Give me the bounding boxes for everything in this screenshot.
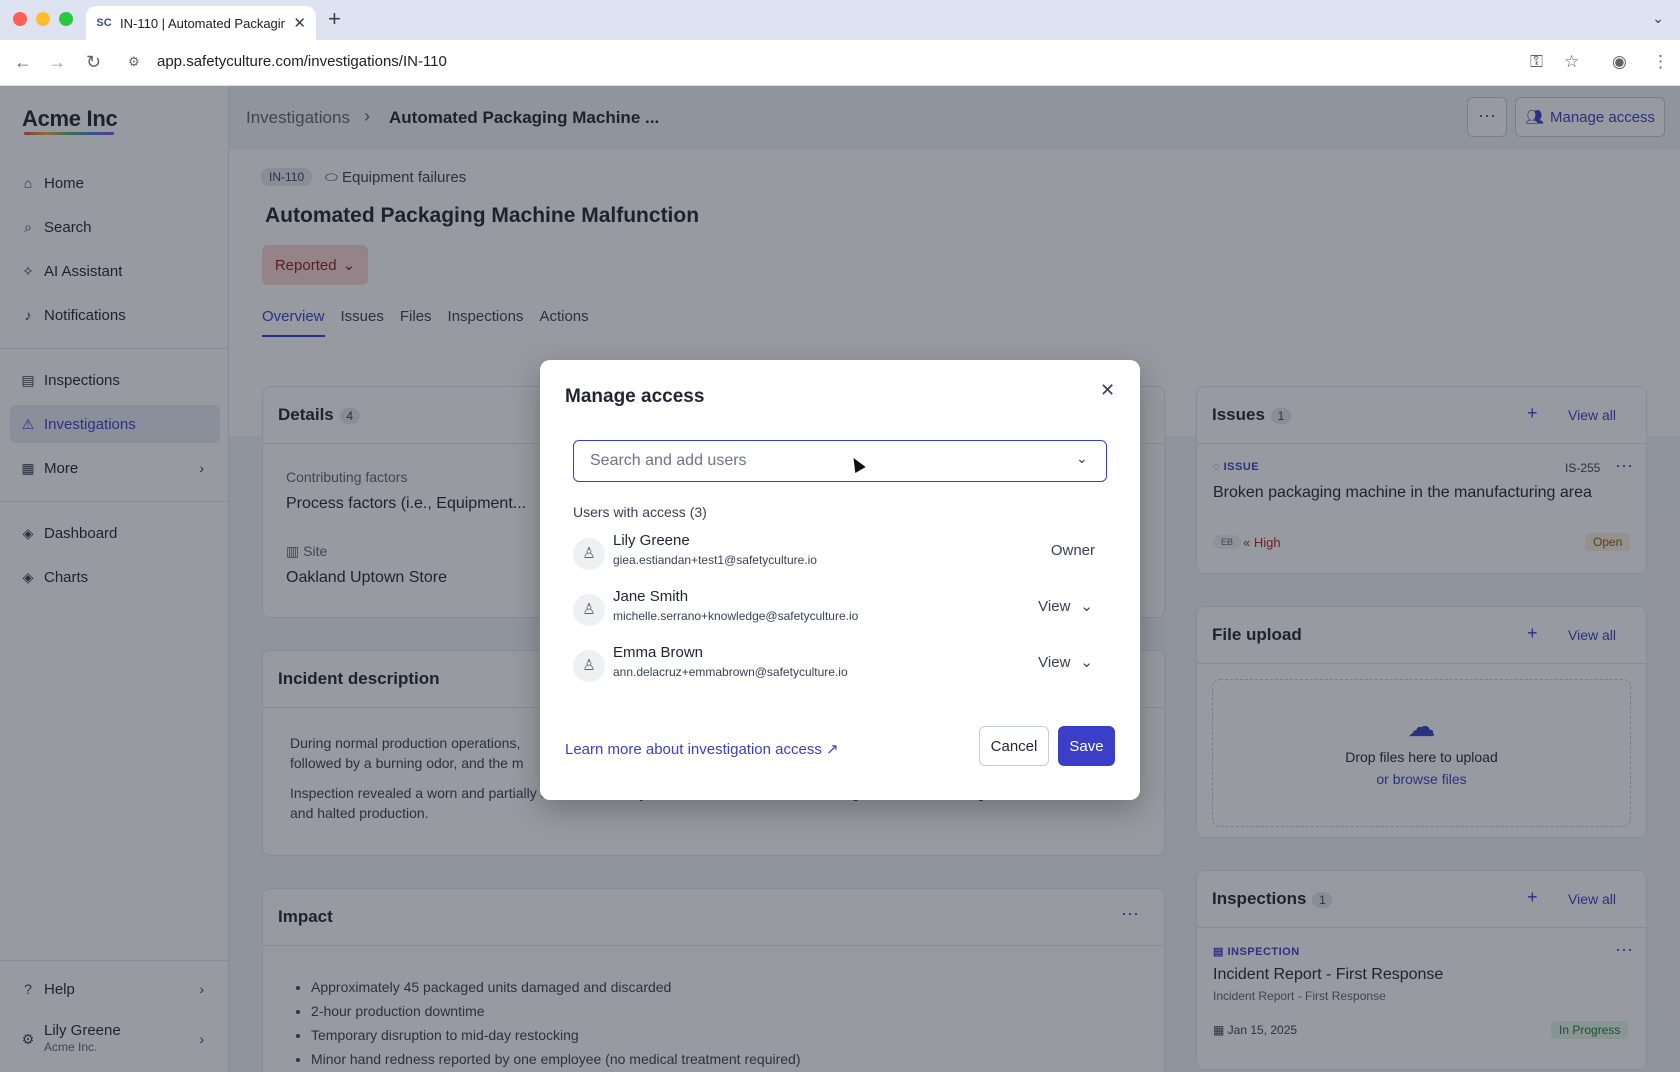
user-row-name: Lily Greene xyxy=(613,532,690,549)
user-row-name: Emma Brown xyxy=(613,644,704,661)
user-row-name: Jane Smith xyxy=(613,588,689,605)
chevron-down-icon: ⌄ xyxy=(1080,654,1093,671)
role-dropdown[interactable]: View ⌄ xyxy=(1038,653,1093,672)
chevron-down-icon[interactable]: ⌄ xyxy=(1076,450,1088,467)
browser-menu-icon[interactable]: ⋮ xyxy=(1652,52,1669,72)
address-bar: ← → ↻ ⚙ app.safetyculture.com/investigat… xyxy=(0,40,1680,86)
password-key-icon[interactable]: ⚿ xyxy=(1530,52,1543,72)
close-icon[interactable]: ✕ xyxy=(1100,380,1115,401)
user-avatar-icon: ♙ xyxy=(573,650,605,682)
manage-access-dialog: Manage access ✕ ⌄ Users with access (3) … xyxy=(540,360,1140,800)
save-button[interactable]: Save xyxy=(1058,726,1115,766)
browser-tab-bar: SC IN-110 | Automated Packaging Machine … xyxy=(0,0,1680,40)
url-text[interactable]: app.safetyculture.com/investigations/IN-… xyxy=(157,53,447,70)
back-icon[interactable]: ← xyxy=(14,52,32,72)
external-link-icon: ↗ xyxy=(826,741,839,758)
chevron-down-icon: ⌄ xyxy=(1080,598,1093,615)
learn-more-link[interactable]: Learn more about investigation access ↗ xyxy=(565,740,839,758)
user-row-email: ann.delacruz+emmabrown@safetyculture.io xyxy=(613,665,848,679)
profile-icon[interactable]: ◉ xyxy=(1612,52,1627,72)
site-info-icon[interactable]: ⚙ xyxy=(128,54,140,70)
tab-search-chevron-icon[interactable]: ⌄ xyxy=(1652,10,1664,27)
minimize-window-button[interactable] xyxy=(36,12,50,26)
favicon-icon: SC xyxy=(96,17,112,29)
bookmark-star-icon[interactable]: ☆ xyxy=(1564,52,1579,72)
dialog-title: Manage access xyxy=(565,386,705,407)
role-value: View xyxy=(1038,653,1071,671)
user-access-row: ♙ Lily Greene giea.estiandan+test1@safet… xyxy=(573,532,1107,580)
role-label: Owner xyxy=(1050,542,1095,559)
learn-more-text: Learn more about investigation access xyxy=(565,741,822,758)
tab-title: IN-110 | Automated Packaging Machine Mal… xyxy=(120,15,286,31)
user-avatar-icon: ♙ xyxy=(573,594,605,626)
role-value: View xyxy=(1038,597,1071,615)
reload-icon[interactable]: ↻ xyxy=(86,52,101,72)
new-tab-icon[interactable]: + xyxy=(328,8,341,30)
users-with-access-heading: Users with access (3) xyxy=(573,504,707,520)
browser-tab[interactable]: SC IN-110 | Automated Packaging Machine … xyxy=(86,6,316,40)
close-tab-icon[interactable]: ✕ xyxy=(293,14,306,32)
maximize-window-button[interactable] xyxy=(59,12,73,26)
search-users-input[interactable] xyxy=(573,440,1107,482)
user-access-row: ♙ Emma Brown ann.delacruz+emmabrown@safe… xyxy=(573,644,1107,692)
close-window-button[interactable] xyxy=(13,12,27,26)
cancel-button[interactable]: Cancel xyxy=(979,726,1049,766)
forward-icon[interactable]: → xyxy=(48,52,66,72)
user-row-email: giea.estiandan+test1@safetyculture.io xyxy=(613,553,817,567)
user-access-row: ♙ Jane Smith michelle.serrano+knowledge@… xyxy=(573,588,1107,636)
user-row-email: michelle.serrano+knowledge@safetyculture… xyxy=(613,609,859,623)
role-dropdown[interactable]: View ⌄ xyxy=(1038,597,1093,616)
user-avatar-icon: ♙ xyxy=(573,538,605,570)
